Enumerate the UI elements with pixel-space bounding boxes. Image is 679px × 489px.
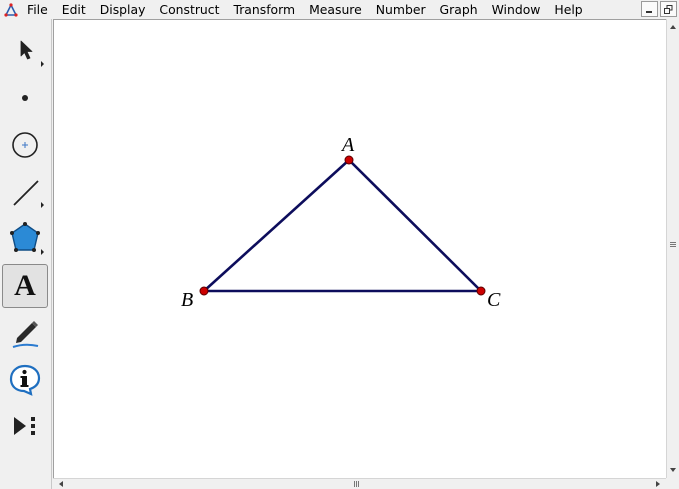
menu-construct[interactable]: Construct: [152, 0, 226, 19]
segment-ac[interactable]: [348, 159, 482, 292]
vertical-scrollbar[interactable]: [666, 19, 679, 478]
segment-ab[interactable]: [203, 159, 350, 292]
text-tool[interactable]: A: [2, 264, 48, 308]
app-icon[interactable]: [4, 2, 18, 17]
menu-display[interactable]: Display: [93, 0, 153, 19]
menu-transform[interactable]: Transform: [226, 0, 302, 19]
point-c[interactable]: [476, 286, 486, 296]
minimize-icon: [646, 10, 652, 13]
info-icon: [9, 364, 41, 396]
menu-edit[interactable]: Edit: [55, 0, 93, 19]
compass-tool[interactable]: [2, 121, 48, 165]
text-icon: A: [14, 269, 36, 302]
menu-graph[interactable]: Graph: [433, 0, 485, 19]
marker-tool[interactable]: [2, 309, 48, 353]
point-a[interactable]: [344, 155, 354, 165]
information-tool[interactable]: [2, 356, 48, 400]
minimize-button[interactable]: [641, 1, 658, 17]
scroll-up-arrow-icon[interactable]: [670, 25, 676, 29]
line-icon: [13, 180, 44, 208]
selection-arrow-tool[interactable]: [2, 27, 48, 71]
point-tool[interactable]: [2, 74, 48, 118]
menu-help[interactable]: Help: [547, 0, 589, 19]
menu-window[interactable]: Window: [485, 0, 548, 19]
vertical-scroll-grip[interactable]: [670, 242, 676, 247]
pencil-icon: [12, 321, 39, 348]
straightedge-tool[interactable]: [2, 168, 48, 212]
menu-file[interactable]: File: [24, 0, 55, 19]
sketch-drawing[interactable]: A B C: [54, 20, 666, 478]
restore-button[interactable]: [660, 1, 677, 17]
pentagon-icon: [10, 222, 44, 255]
menu-number[interactable]: Number: [369, 0, 433, 19]
scroll-right-arrow-icon[interactable]: [656, 481, 660, 487]
scroll-left-arrow-icon[interactable]: [59, 481, 63, 487]
horizontal-scrollbar[interactable]: [53, 478, 666, 489]
restore-icon: [664, 4, 673, 14]
point-b[interactable]: [199, 286, 209, 296]
polygon-tool[interactable]: [2, 215, 48, 259]
sketch-canvas[interactable]: A B C: [53, 19, 666, 478]
geometer-sketchpad-window: File Edit Display Construct Transform Me…: [0, 0, 679, 489]
menu-bar: File Edit Display Construct Transform Me…: [0, 0, 679, 19]
custom-tool-icon: [14, 417, 35, 435]
custom-tools[interactable]: [2, 404, 48, 448]
horizontal-scroll-grip[interactable]: [354, 481, 359, 487]
label-c[interactable]: C: [487, 289, 501, 311]
label-b[interactable]: B: [181, 289, 193, 311]
window-controls: [641, 1, 677, 17]
toolbox: A: [0, 19, 52, 489]
point-icon: [22, 95, 28, 101]
menu-measure[interactable]: Measure: [302, 0, 369, 19]
circle-icon: [12, 132, 38, 158]
scroll-down-arrow-icon[interactable]: [670, 468, 676, 472]
label-a[interactable]: A: [340, 134, 355, 156]
arrow-icon: [20, 40, 44, 67]
scrollbar-corner: [666, 478, 679, 489]
